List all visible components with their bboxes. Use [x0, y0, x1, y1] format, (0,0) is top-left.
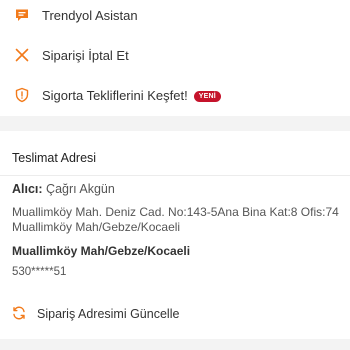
order-actions-card: Trendyol Asistan Siparişi İptal Et Sigor…: [0, 0, 350, 116]
trendyol-assistant-label: Trendyol Asistan: [42, 7, 138, 23]
insurance-offers-label: Sigorta Tekliflerini Keşfet! YENİ: [42, 88, 221, 103]
insurance-offers-row[interactable]: Sigorta Tekliflerini Keşfet! YENİ: [0, 76, 350, 114]
recipient-key: Alıcı:: [12, 182, 43, 196]
phone-number: 530*****51: [12, 266, 67, 278]
update-address-label: Sipariş Adresimi Güncelle: [37, 307, 180, 321]
full-address: Muallimköy Mah. Deniz Cad. No:143-5Ana B…: [12, 205, 339, 234]
new-badge: YENİ: [193, 90, 221, 102]
chat-icon: [14, 7, 30, 23]
close-icon: [14, 47, 30, 63]
cancel-order-row[interactable]: Siparişi İptal Et: [0, 36, 350, 74]
shield-icon: [14, 87, 30, 103]
insurance-offers-text: Sigorta Tekliflerini Keşfet!: [42, 87, 188, 103]
recipient-name: Çağrı Akgün: [46, 182, 115, 196]
delivery-address-title: Teslimat Adresi: [12, 151, 97, 165]
trendyol-assistant-row[interactable]: Trendyol Asistan: [0, 0, 350, 34]
district-line: Muallimköy Mah/Gebze/Kocaeli: [12, 244, 191, 258]
update-address-button[interactable]: Sipariş Adresimi Güncelle: [0, 297, 350, 329]
delivery-address-card: Teslimat Adresi Alıcı: Çağrı Akgün Muall…: [0, 131, 350, 339]
divider: [0, 175, 350, 176]
recipient-line: Alıcı: Çağrı Akgün: [12, 182, 115, 196]
cancel-order-label: Siparişi İptal Et: [42, 47, 129, 63]
refresh-icon: [11, 305, 27, 321]
